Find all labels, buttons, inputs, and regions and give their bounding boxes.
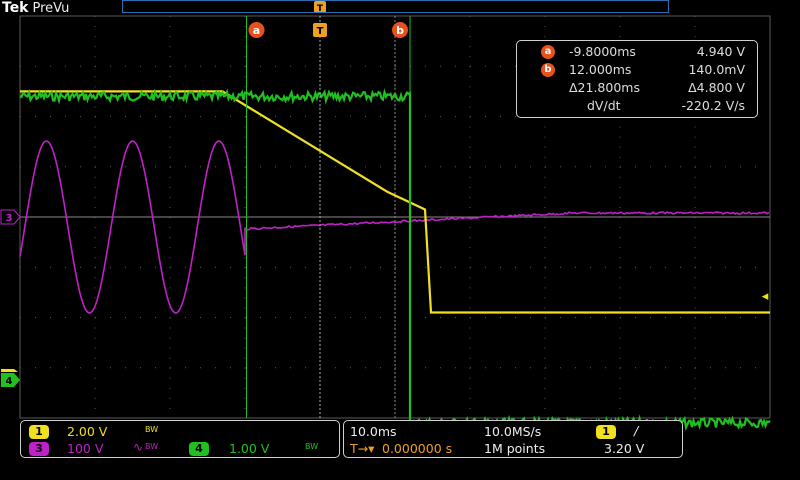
trigger-position-prefix-icon: T→▾: [350, 441, 375, 456]
cursor-delta-row: Δ21.800ms Δ4.800 V: [517, 80, 757, 98]
cursor-b-value: 140.0mV: [688, 62, 745, 77]
ch4-ground-label: 4: [6, 376, 13, 387]
cursor-rate-value: -220.2 V/s: [681, 98, 745, 113]
trigger-level[interactable]: 3.20 V: [604, 441, 644, 456]
cursor-a-badge-icon: a: [541, 45, 555, 59]
cursor-readout-panel: a -9.8000ms 4.940 V b 12.000ms 140.0mV Δ…: [516, 40, 758, 118]
acquisition-mode: PreVu: [32, 1, 70, 16]
ch3-badge[interactable]: 3: [29, 442, 49, 456]
ch1-scale[interactable]: 2.00 V: [67, 424, 107, 439]
timebase-panel[interactable]: 10.0ms 10.0MS/s 1 / T→▾ 0.000000 s 1M po…: [343, 420, 683, 458]
cursor-rate-row: dV/dt -220.2 V/s: [517, 98, 757, 116]
brand-logo: Tek PreVu: [2, 0, 69, 16]
cursor-b-badge-icon: b: [541, 63, 555, 77]
trigger-level-arrow-icon[interactable]: ◂: [762, 289, 769, 304]
ch1-badge[interactable]: 1: [29, 425, 49, 439]
ch3-coupling-icon: ∿: [133, 440, 144, 454]
ch3-scale[interactable]: 100 V: [67, 441, 103, 456]
cursor-a-row: a -9.8000ms 4.940 V: [517, 44, 757, 62]
ch4-bandwidth-limit-icon: BW: [305, 442, 319, 451]
brand-name: Tek: [2, 0, 29, 16]
trigger-position[interactable]: 0.000000 s: [382, 441, 452, 456]
sample-rate: 10.0MS/s: [484, 424, 542, 439]
cursor-delta-value: Δ4.800 V: [688, 80, 745, 95]
cursor-a-marker-label: a: [253, 24, 260, 37]
ch1-bandwidth-limit-icon: BW: [145, 425, 159, 434]
ch4-badge[interactable]: 4: [189, 442, 209, 456]
ch3-bandwidth-limit-icon: BW: [145, 442, 159, 451]
trigger-position-marker-label: T: [317, 26, 324, 37]
channel-settings-panel[interactable]: 1 2.00 V BW 3 100 V ∿ BW 4 1.00 V BW: [20, 420, 340, 458]
cursor-b-marker-label: b: [396, 24, 404, 37]
ch3-ground-label: 3: [6, 213, 13, 224]
ch1-ground-marker[interactable]: [1, 369, 18, 372]
record-length[interactable]: 1M points: [484, 441, 545, 456]
cursor-rate-label: dV/dt: [587, 98, 621, 113]
trigger-source-badge[interactable]: 1: [596, 425, 616, 439]
record-view-bar[interactable]: [122, 0, 669, 13]
cursor-a-value: 4.940 V: [696, 44, 745, 59]
cursor-a-time: -9.8000ms: [569, 44, 636, 59]
ch4-scale[interactable]: 1.00 V: [229, 441, 269, 456]
cursor-b-time: 12.000ms: [569, 62, 632, 77]
cursor-b-row: b 12.000ms 140.0mV: [517, 62, 757, 80]
horizontal-scale[interactable]: 10.0ms: [350, 424, 397, 439]
trigger-slope-rising-icon[interactable]: /: [634, 423, 638, 438]
cursor-delta-time: Δ21.800ms: [569, 80, 640, 95]
